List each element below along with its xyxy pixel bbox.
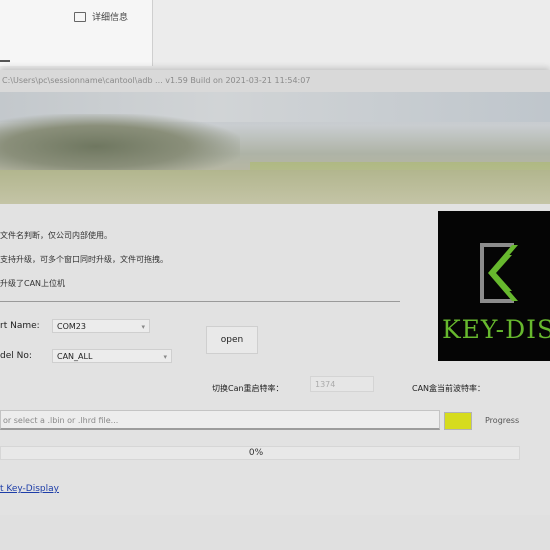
open-button[interactable]: open [206, 326, 258, 354]
logo-mark-icon [480, 243, 518, 303]
chevron-down-icon: ▾ [163, 353, 167, 361]
detail-label: 详细信息 [92, 13, 129, 23]
bottom-strip [0, 515, 550, 550]
note-1: 文件名判断，仅公司内部使用。 [0, 231, 112, 240]
banner-field [0, 170, 550, 204]
logo: KEY-DISP [438, 211, 550, 361]
detail-button[interactable]: 详细信息 [74, 10, 128, 23]
divider [0, 301, 400, 302]
model-label: del No: [0, 351, 32, 361]
progress-label: Progress [485, 416, 520, 425]
about-link[interactable]: t Key-Display [0, 484, 59, 494]
can-baud-label: CAN盒当前波特率： [412, 384, 486, 393]
note-2: 支持升级，可多个窗口同时升级，文件可拖拽。 [0, 255, 168, 264]
chevron-down-icon: ▾ [141, 323, 145, 331]
detail-icon [74, 11, 86, 22]
switch-baud-label: 切换Can重启特率： [212, 384, 284, 393]
note-3: 升级了CAN上位机 [0, 279, 66, 288]
switch-baud-input[interactable]: 1374 [310, 376, 374, 392]
app-window: C:\Users\pc\sessionname\cantool\adb ... … [0, 70, 550, 515]
port-label: rt Name: [0, 321, 40, 331]
banner-image [0, 92, 550, 204]
progress-text: 0% [248, 448, 264, 458]
browse-button[interactable] [444, 412, 472, 430]
progress-bar: 0% [0, 446, 520, 460]
logo-text: KEY-DISP [442, 315, 550, 344]
window-title: C:\Users\pc\sessionname\cantool\adb ... … [0, 70, 550, 92]
background-mark [0, 60, 10, 62]
background-window: 详细信息 [0, 0, 550, 70]
model-value: CAN_ALL [57, 352, 93, 361]
port-select[interactable]: COM23 ▾ [52, 319, 150, 333]
model-select[interactable]: CAN_ALL ▾ [52, 349, 172, 363]
port-value: COM23 [57, 322, 86, 331]
file-path-input[interactable]: or select a .lbin or .lhrd file... [0, 410, 440, 430]
